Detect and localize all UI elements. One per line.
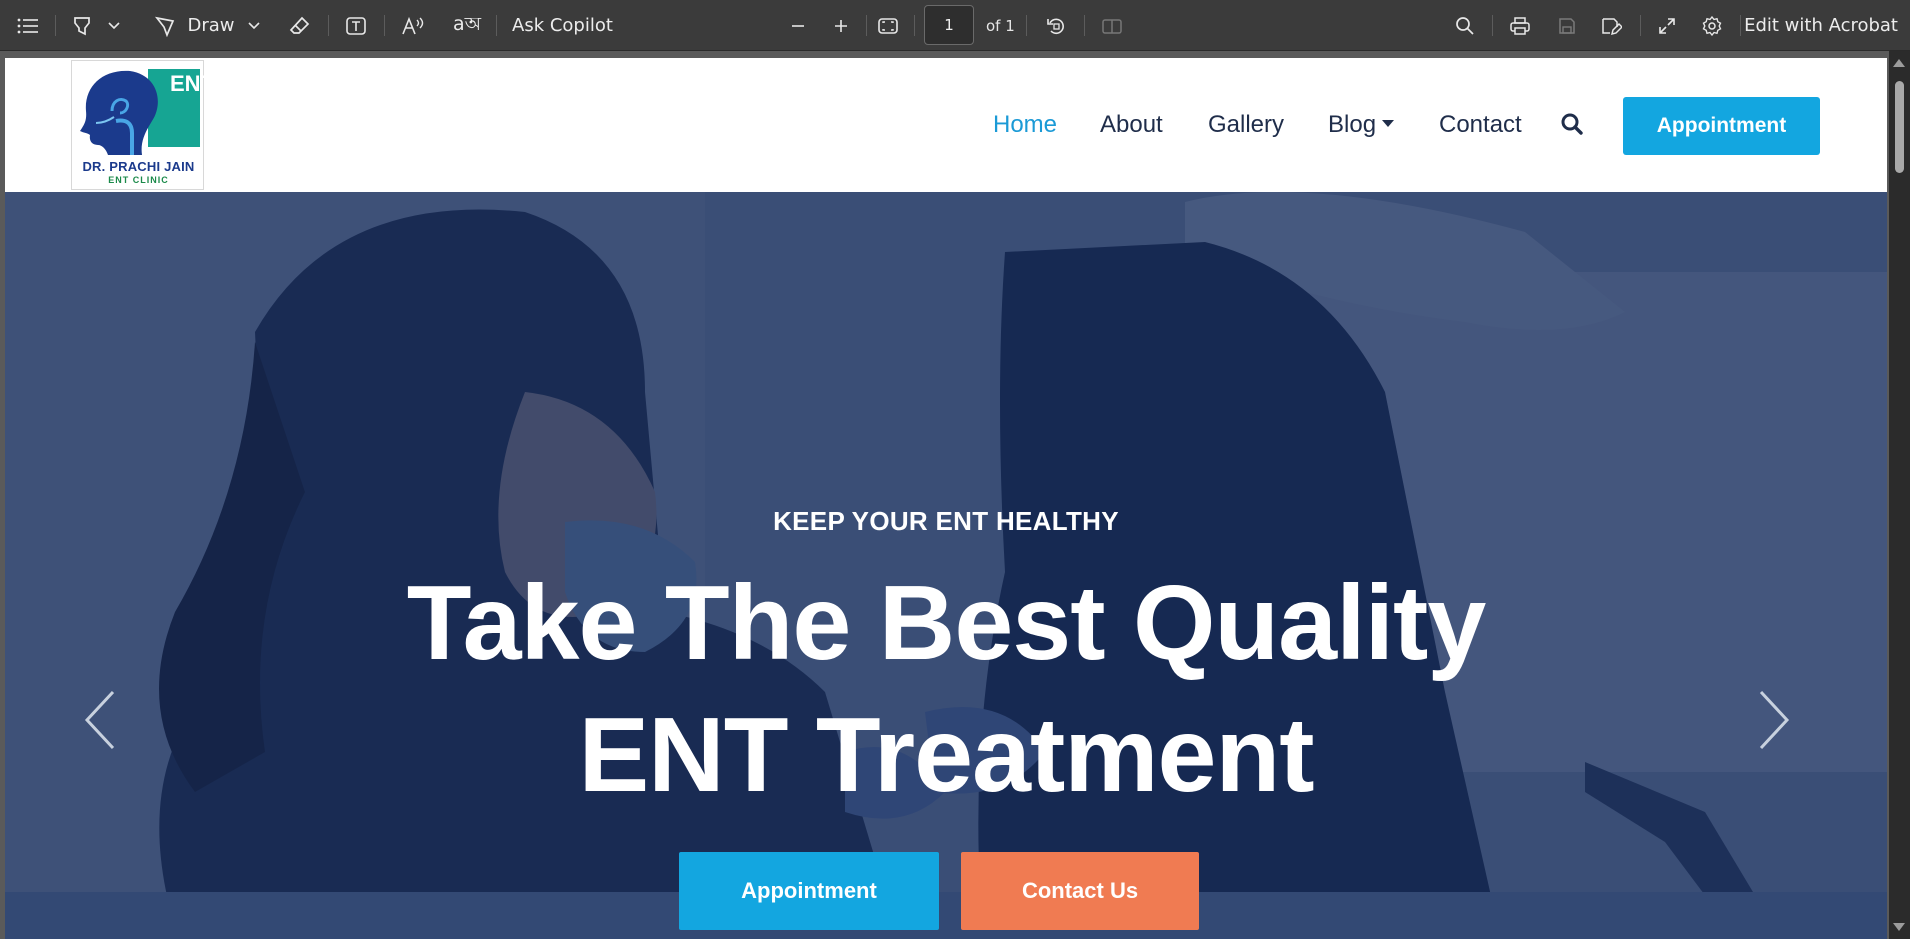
scrollbar-thumb[interactable] [1895,81,1904,173]
document-viewport: ENT DR. PRACHI JAIN ENT CLINIC Home Abou… [0,51,1910,939]
draw-button[interactable]: Draw [187,0,235,51]
toolbar-separator [1740,15,1741,36]
nav-gallery[interactable]: Gallery [1208,110,1284,140]
edit-acrobat-label: Edit with Acrobat [1744,15,1898,36]
nav-contact[interactable]: Contact [1439,110,1522,140]
pdf-page: ENT DR. PRACHI JAIN ENT CLINIC Home Abou… [5,58,1887,939]
settings-icon[interactable] [1698,0,1726,51]
header-appointment-button[interactable]: Appointment [1623,97,1820,155]
scroll-down-icon[interactable] [1893,923,1905,931]
page-view-icon [1098,0,1126,51]
page-count: of 1 [986,16,1015,35]
hero-title-line1: Take The Best Quality [406,564,1487,682]
hero-title: Take The Best Quality ENT Treatment [5,557,1887,821]
carousel-next-icon[interactable] [1755,690,1791,754]
hero-contact-button[interactable]: Contact Us [961,852,1199,930]
edit-with-acrobat-button[interactable]: Edit with Acrobat [1744,0,1898,51]
caret-down-icon [1382,120,1395,127]
logo-subtitle: ENT CLINIC [108,175,169,185]
nav-search-icon[interactable] [1560,112,1584,140]
zoom-out-icon[interactable] [786,0,810,51]
ask-copilot-label: Ask Copilot [512,15,613,36]
nav-blog[interactable]: Blog [1328,110,1395,140]
toolbar-separator [55,15,56,36]
rotate-icon[interactable] [1042,0,1070,51]
ent-head-logo-icon: ENT [80,69,205,155]
hero-appointment-button[interactable]: Appointment [679,852,939,930]
fit-page-icon[interactable] [874,0,902,51]
toolbar-separator [914,15,915,36]
hero-carousel: KEEP YOUR ENT HEALTHY Take The Best Qual… [5,192,1887,939]
contents-icon[interactable] [14,0,42,51]
save-icon [1553,0,1581,51]
zoom-in-icon[interactable] [829,0,853,51]
toolbar-separator [1640,15,1641,36]
site-logo[interactable]: ENT DR. PRACHI JAIN ENT CLINIC [71,60,205,190]
scroll-up-icon[interactable] [1893,59,1905,67]
fullscreen-icon[interactable] [1653,0,1681,51]
site-header: ENT DR. PRACHI JAIN ENT CLINIC Home Abou… [5,58,1887,192]
draw-icon[interactable] [150,0,180,51]
text-box-icon[interactable] [342,0,370,51]
nav-home[interactable]: Home [993,110,1057,140]
print-icon[interactable] [1506,0,1534,51]
draw-label: Draw [187,15,235,36]
chevron-down-icon[interactable] [106,0,122,51]
toolbar-separator [1026,15,1027,36]
toolbar-separator [328,15,329,36]
toolbar-separator [384,15,385,36]
nav-blog-label: Blog [1328,111,1377,138]
logo-letter-e: ENT [170,71,205,96]
logo-name: DR. PRACHI JAIN [82,159,195,174]
nav-about[interactable]: About [1100,110,1163,140]
carousel-prev-icon[interactable] [83,690,119,754]
vertical-scrollbar[interactable] [1889,51,1910,939]
translate-icon[interactable]: aঅ [452,0,482,51]
eraser-icon[interactable] [286,0,314,51]
highlight-icon[interactable] [68,0,96,51]
page-number-input[interactable]: 1 [924,5,974,45]
toolbar-separator [1084,15,1085,36]
pdf-toolbar: Draw aঅ Ask Copilot 1 of 1 Edit with Acr… [0,0,1910,51]
chevron-down-icon[interactable] [246,0,262,51]
ask-copilot-button[interactable]: Ask Copilot [512,0,613,51]
read-aloud-icon[interactable] [398,0,428,51]
search-icon[interactable] [1452,0,1478,51]
save-as-icon[interactable] [1597,0,1625,51]
hero-title-line2: ENT Treatment [578,696,1314,814]
toolbar-separator [866,15,867,36]
hero-kicker: KEEP YOUR ENT HEALTHY [773,506,1119,536]
toolbar-separator [496,15,497,36]
toolbar-separator [1492,15,1493,36]
